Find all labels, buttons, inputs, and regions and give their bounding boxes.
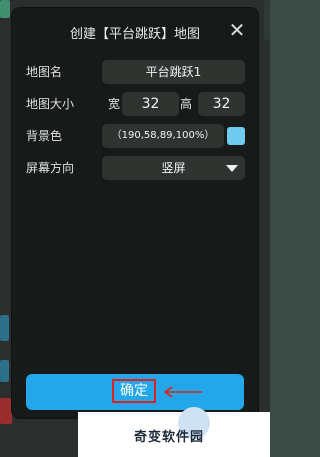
background-edge-tile: [0, 315, 9, 341]
orientation-label: 屏幕方向: [26, 161, 75, 175]
confirm-button[interactable]: 确定: [26, 374, 244, 410]
width-label: 宽: [108, 97, 121, 111]
close-icon: ✕: [228, 18, 246, 42]
height-input[interactable]: 32: [198, 92, 245, 116]
background-edge-tile: [0, 398, 12, 424]
close-button[interactable]: ✕: [226, 19, 248, 41]
dialog-header: 创建【平台跳跃】地图 ✕: [12, 8, 258, 54]
annotation-arrow-icon: [163, 386, 202, 398]
background-color-label: 背景色: [26, 129, 63, 143]
watermark: 奇变软件园: [78, 407, 270, 457]
background-color-field[interactable]: （190,58,89,100%）: [102, 124, 224, 148]
color-swatch[interactable]: [227, 127, 245, 145]
orientation-select[interactable]: 竖屏: [102, 156, 245, 180]
background-edge-tile: [0, 0, 10, 18]
height-label: 高: [180, 97, 193, 111]
orientation-value: 竖屏: [161, 161, 186, 175]
map-name-label: 地图名: [26, 65, 63, 79]
map-size-label: 地图大小: [26, 97, 75, 111]
watermark-text: 奇变软件园: [134, 430, 205, 445]
dropdown-caret-icon: [226, 165, 238, 172]
background-edge-tile: [0, 360, 9, 382]
background-edge-tile: [264, 0, 270, 40]
map-name-input[interactable]: 平台跳跃1: [102, 60, 245, 84]
confirm-label: 确定: [120, 383, 148, 399]
confirm-highlight-box: 确定: [112, 379, 156, 403]
width-input[interactable]: 32: [122, 92, 179, 116]
create-map-dialog: 创建【平台跳跃】地图 ✕ 地图名 平台跳跃1 地图大小 宽 32 高 32 背景…: [12, 8, 258, 418]
dialog-title: 创建【平台跳跃】地图: [69, 27, 200, 42]
